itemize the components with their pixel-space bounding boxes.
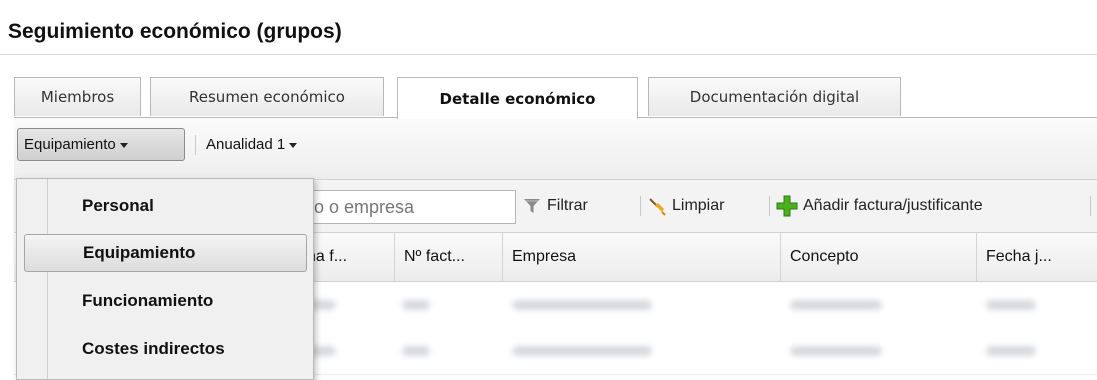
add-invoice-label: Añadir factura/justificante [803,197,983,214]
category-dropdown-button[interactable]: Equipamiento [17,128,185,161]
dropdown-toolbar: Equipamiento Anualidad 1 [14,118,1097,180]
redacted-cell [512,300,652,310]
chevron-down-icon [119,143,128,148]
menu-item-equipamiento[interactable]: Equipamiento [24,234,307,272]
category-dropdown-label: Equipamiento [24,136,116,153]
redacted-cell [986,346,1036,356]
tab-detalle-economico[interactable]: Detalle económico [397,77,638,119]
toolbar-divider [195,135,196,155]
tab-label: Resumen económico [189,88,345,106]
toolbar-divider [769,196,770,216]
tab-label: Documentación digital [689,88,860,106]
menu-item-label: Costes indirectos [82,339,225,358]
menu-item-costes-indirectos[interactable]: Costes indirectos [24,330,307,368]
toolbar-divider [640,196,641,216]
tab-label: Miembros [40,88,115,106]
tab-documentacion-digital[interactable]: Documentación digital [648,77,901,116]
redacted-cell [790,346,882,356]
column-header-concepto[interactable]: Concepto [780,233,974,281]
chevron-down-icon [289,143,298,148]
page-title: Seguimiento económico (grupos) [8,20,342,43]
column-header-fecha-justificante[interactable]: Fecha j... [976,233,1097,281]
menu-item-personal[interactable]: Personal [24,187,307,225]
redacted-cell [402,300,430,310]
clear-label: Limpiar [672,197,725,214]
filter-label: Filtrar [547,197,588,214]
search-input[interactable] [290,190,516,224]
column-header-label: Nº fact... [404,248,465,265]
menu-item-label: Personal [82,196,154,215]
redacted-cell [790,300,882,310]
clear-button[interactable]: Limpiar [647,194,724,218]
filter-button[interactable]: Filtrar [522,194,588,218]
menu-item-label: Funcionamiento [82,291,214,310]
column-header-label: Empresa [512,248,577,265]
column-header-label: Concepto [790,248,859,265]
menu-item-label: Equipamiento [83,243,196,262]
column-header-empresa[interactable]: Empresa [502,233,778,281]
tab-resumen-economico[interactable]: Resumen económico [150,77,384,116]
column-header-label: Fecha j... [986,248,1052,265]
funnel-icon [524,199,540,213]
column-header-numero-factura[interactable]: Nº fact... [394,233,500,281]
broom-icon [649,198,666,216]
green-plus-icon [776,195,798,217]
tab-miembros[interactable]: Miembros [14,77,141,116]
redacted-cell [986,300,1036,310]
redacted-cell [402,346,430,356]
title-divider [0,54,1097,55]
category-dropdown-menu: Personal Equipamiento Funcionamiento Cos… [16,178,314,380]
toolbar-divider [1090,196,1091,216]
year-dropdown-button[interactable]: Anualidad 1 [200,128,320,161]
year-dropdown-label: Anualidad 1 [206,136,286,153]
redacted-cell [512,346,652,356]
menu-item-funcionamiento[interactable]: Funcionamiento [24,282,307,320]
tab-label: Detalle económico [439,89,596,108]
add-invoice-button[interactable]: Añadir factura/justificante [776,194,983,218]
